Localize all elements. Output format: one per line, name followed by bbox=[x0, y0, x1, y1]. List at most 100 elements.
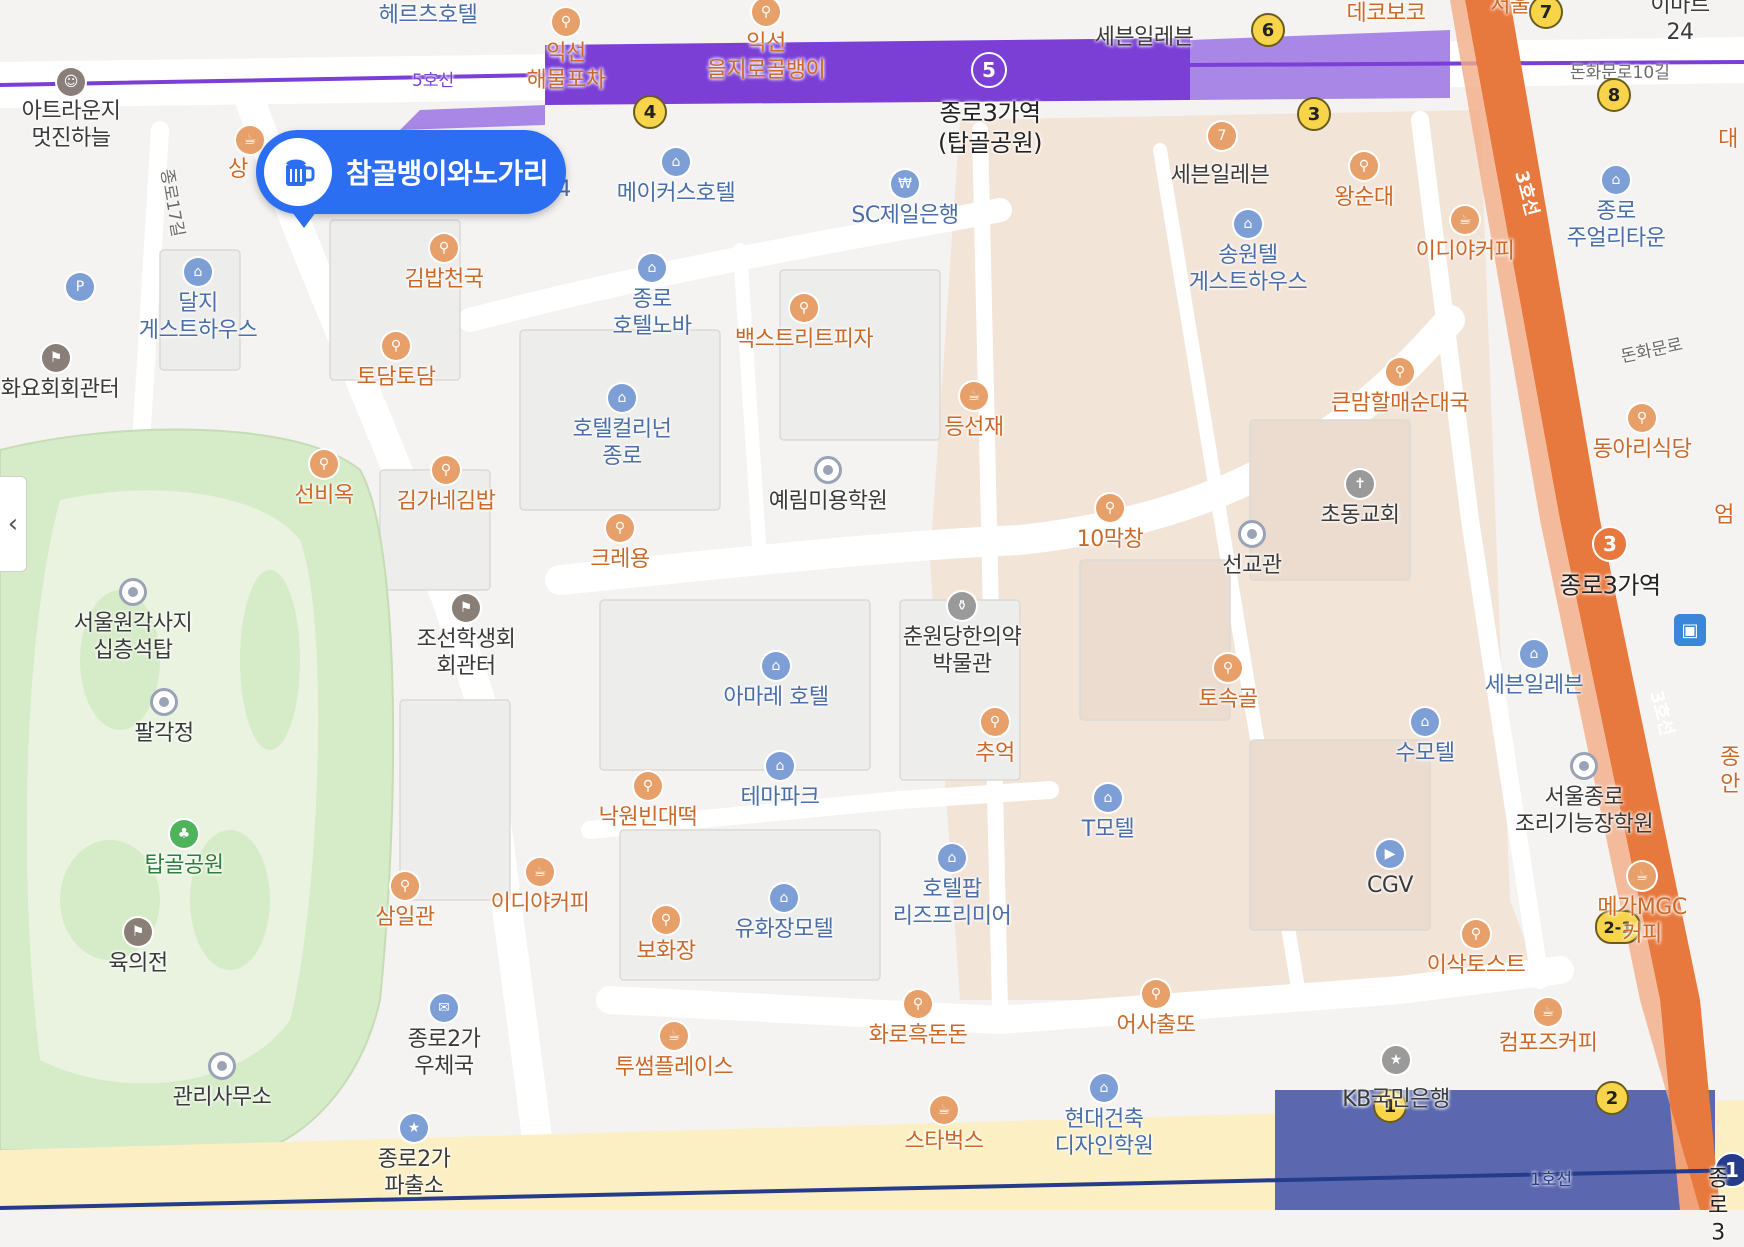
poi-label-cooking-academy[interactable]: 서울종로 조리기능장학원 bbox=[1515, 784, 1654, 838]
hotel-icon[interactable]: ⌂ bbox=[184, 258, 212, 286]
poi-label-iksun-seafood[interactable]: 익선 해물포차 bbox=[527, 40, 606, 94]
restaurant-icon[interactable]: ⚲ bbox=[1386, 358, 1414, 386]
poi-label-wangsundae[interactable]: 왕순대 bbox=[1334, 184, 1394, 211]
restaurant-icon[interactable]: ⚲ bbox=[1462, 920, 1490, 948]
exit-4-marker[interactable]: 4 bbox=[633, 95, 667, 129]
poi-label-amare-hotel[interactable]: 아마레 호텔 bbox=[723, 684, 829, 711]
poi-label-dongari-sikdang[interactable]: 동아리식당 bbox=[1593, 436, 1692, 463]
bank-icon[interactable]: ★ bbox=[1382, 1046, 1410, 1074]
collapse-panel-button[interactable]: ‹ bbox=[0, 476, 27, 572]
poi-label-seonbiok[interactable]: 선비옥 bbox=[294, 482, 354, 509]
poi-label-backstreet-pizza[interactable]: 백스트리트피자 bbox=[735, 326, 874, 353]
poi-label-gimbap-cheonguk[interactable]: 김밥천국 bbox=[405, 266, 484, 293]
poi-label-mega-coffee[interactable]: 메가MGC커피 bbox=[1591, 894, 1693, 948]
selected-place-callout[interactable]: 참골뱅이와노가리 bbox=[256, 130, 566, 228]
exit-2-marker[interactable]: 2 bbox=[1595, 1081, 1629, 1115]
poi-label-todamtodam[interactable]: 토담토담 bbox=[357, 364, 436, 391]
poi-label-jongno2-post-office[interactable]: 종로2가 우체국 bbox=[408, 1026, 481, 1080]
poi-label-hertz-hotel[interactable]: 헤르츠호텔 bbox=[379, 2, 478, 29]
poi-label-seveneleven-north[interactable]: 세븐일레븐 bbox=[1095, 24, 1194, 51]
poi-label-bohwajang[interactable]: 보화장 bbox=[636, 938, 696, 965]
landmark-icon[interactable] bbox=[150, 688, 178, 716]
poi-label-seoul-partial[interactable]: 서울 bbox=[1490, 0, 1530, 19]
flag-icon[interactable]: ⚑ bbox=[452, 594, 480, 622]
hotel-icon[interactable]: ⌂ bbox=[762, 652, 790, 680]
poi-label-joseon-student-hall[interactable]: 조선학생회 회관터 bbox=[417, 626, 516, 680]
landmark-icon[interactable] bbox=[814, 456, 842, 484]
restaurant-icon[interactable]: ⚲ bbox=[552, 8, 580, 36]
hotel-icon[interactable]: ⌂ bbox=[1094, 784, 1122, 812]
landmark-icon[interactable] bbox=[1570, 752, 1598, 780]
poi-label-chunwondang-museum[interactable]: 춘원당한의약 박물관 bbox=[903, 624, 1022, 678]
poi-label-chueok[interactable]: 추억 bbox=[975, 740, 1015, 767]
restaurant-icon[interactable]: ⚲ bbox=[391, 872, 419, 900]
flag-icon[interactable]: ⚑ bbox=[124, 918, 152, 946]
restaurant-icon[interactable]: ⚲ bbox=[430, 234, 458, 262]
exit-3-marker[interactable]: 3 bbox=[1297, 97, 1331, 131]
poi-label-hwaro-heukdondon[interactable]: 화로흑돈돈 bbox=[869, 1022, 968, 1049]
poi-label-10makchang[interactable]: 10막창 bbox=[1077, 526, 1144, 553]
cafe-icon[interactable]: ☕ bbox=[660, 1022, 688, 1050]
poi-label-hotel-colleenen[interactable]: 호텔컬리넌 종로 bbox=[573, 416, 672, 470]
cafe-icon[interactable]: ☕ bbox=[960, 382, 988, 410]
poi-label-seveneleven-east[interactable]: 세븐일레븐 bbox=[1485, 672, 1584, 699]
poi-label-ediya-north[interactable]: 이디야커피 bbox=[1416, 238, 1515, 265]
poi-label-hotel-nova[interactable]: 종로 호텔노바 bbox=[613, 286, 692, 340]
poi-label-seveneleven-center[interactable]: 세븐일레븐 bbox=[1171, 162, 1270, 189]
restaurant-icon[interactable]: ⚲ bbox=[1142, 980, 1170, 1008]
cafe-icon[interactable]: ☕ bbox=[526, 858, 554, 886]
poi-label-compose-coffee[interactable]: 컴포즈커피 bbox=[1499, 1030, 1598, 1057]
poi-label-dalji-guesthouse[interactable]: 달지 게스트하우스 bbox=[139, 290, 258, 344]
station-name-jongno3-line3[interactable]: 종로3가역 bbox=[1559, 572, 1661, 600]
restaurant-icon[interactable]: ⚲ bbox=[432, 456, 460, 484]
restaurant-icon[interactable]: ⚲ bbox=[310, 450, 338, 478]
poi-label-songwontel[interactable]: 송원텔 게스트하우스 bbox=[1189, 242, 1308, 296]
flag-icon[interactable]: ⚑ bbox=[42, 344, 70, 372]
school-icon[interactable]: ⌂ bbox=[1090, 1074, 1118, 1102]
poi-label-tapgol-park[interactable]: 탑골공원 bbox=[145, 852, 224, 879]
poi-label-cgv[interactable]: CGV bbox=[1367, 872, 1413, 899]
shopping-bag-icon[interactable]: ⌂ bbox=[1602, 166, 1630, 194]
poi-label-gimganae-gimbap[interactable]: 김가네김밥 bbox=[397, 488, 496, 515]
museum-icon[interactable]: ⚱ bbox=[948, 592, 976, 620]
restaurant-icon[interactable]: ⚲ bbox=[1628, 404, 1656, 432]
poi-label-tosokgol[interactable]: 토속골 bbox=[1198, 686, 1258, 713]
poi-label-ediya-west[interactable]: 이디야커피 bbox=[491, 890, 590, 917]
line3-station-badge[interactable]: 3 bbox=[1592, 526, 1628, 562]
poi-label-t-motel[interactable]: T모텔 bbox=[1082, 816, 1135, 843]
poi-label-isaac-toast[interactable]: 이삭토스트 bbox=[1427, 952, 1526, 979]
bank-icon[interactable]: ₩ bbox=[891, 170, 919, 198]
restaurant-icon[interactable]: ⚲ bbox=[634, 772, 662, 800]
restaurant-icon[interactable]: ⚲ bbox=[652, 906, 680, 934]
poi-label-iksun-golbaengi[interactable]: 익선 을지로골뱅이 bbox=[707, 30, 826, 84]
poi-label-yukuijeon[interactable]: 육의전 bbox=[108, 950, 168, 977]
store-icon[interactable]: 7 bbox=[1208, 122, 1236, 150]
hotel-icon[interactable]: ⌂ bbox=[766, 752, 794, 780]
restaurant-icon[interactable]: ⚲ bbox=[382, 332, 410, 360]
poi-label-sang-partial[interactable]: 상 bbox=[228, 156, 248, 183]
store-icon[interactable]: ⌂ bbox=[1520, 640, 1548, 668]
parking-icon[interactable]: P bbox=[66, 273, 94, 301]
poi-label-yerim-beauty[interactable]: 예림미용학원 bbox=[769, 488, 888, 515]
line5-station-badge[interactable]: 5 bbox=[971, 52, 1007, 88]
poi-label-hotel-pop[interactable]: 호텔팝 리즈프리미어 bbox=[893, 876, 1012, 930]
poi-label-sc-bank[interactable]: SC제일은행 bbox=[851, 202, 959, 229]
cafe-icon[interactable]: ☕ bbox=[1451, 206, 1479, 234]
poi-label-deungseonjae[interactable]: 등선재 bbox=[944, 414, 1004, 441]
poi-label-eosachulddo[interactable]: 어사출또 bbox=[1117, 1012, 1196, 1039]
poi-label-wongaksa-pagoda[interactable]: 서울원각사지 십층석탑 bbox=[74, 610, 193, 664]
restaurant-icon[interactable]: ⚲ bbox=[606, 514, 634, 542]
flag-icon[interactable]: ☺ bbox=[57, 68, 85, 96]
poi-label-art-lounge[interactable]: 아트라운지 멋진하늘 bbox=[22, 98, 121, 152]
poi-label-seongyogwan[interactable]: 선교관 bbox=[1222, 552, 1282, 579]
hotel-icon[interactable]: ⌂ bbox=[608, 384, 636, 412]
poi-label-management-office[interactable]: 관리사무소 bbox=[173, 1084, 272, 1111]
exit-6-marker[interactable]: 6 bbox=[1251, 13, 1285, 47]
exit-8-marker[interactable]: 8 bbox=[1597, 78, 1631, 112]
church-icon[interactable]: ✝ bbox=[1346, 470, 1374, 498]
poi-label-emart24[interactable]: 이마트24 bbox=[1648, 0, 1712, 46]
poi-label-eom-partial[interactable]: 엄 bbox=[1714, 502, 1734, 529]
poi-label-keunmam-sundaeguk[interactable]: 큰맘할매순대국 bbox=[1331, 390, 1470, 417]
poi-label-sumotel[interactable]: 수모텔 bbox=[1395, 740, 1455, 767]
cafe-icon[interactable]: ☕ bbox=[930, 1096, 958, 1124]
